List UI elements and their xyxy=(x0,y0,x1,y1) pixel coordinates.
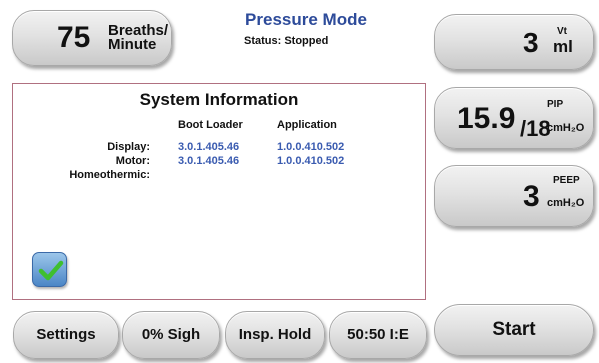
row-label-motor: Motor: xyxy=(115,155,150,167)
peep-value: 3 xyxy=(523,180,540,213)
checkmark-icon xyxy=(38,260,64,281)
display-boot-loader-version: 3.0.1.405.46 xyxy=(178,141,240,153)
row-label-homeothermic: Homeothermic: xyxy=(69,169,150,181)
breaths-value: 75 xyxy=(57,21,91,54)
peep-label: PEEP xyxy=(553,175,580,186)
col-header-application: Application xyxy=(277,119,337,131)
display-application-version: 1.0.0.410.502 xyxy=(277,141,345,153)
ie-ratio-button[interactable]: 50:50 I:E xyxy=(329,311,427,359)
pip-setpoint: /18 xyxy=(520,116,551,141)
col-header-boot-loader: Boot Loader xyxy=(178,119,243,131)
peep-readout-button[interactable]: 3 PEEP cmH₂O xyxy=(434,165,594,227)
row-label-display: Display: xyxy=(107,141,150,153)
vt-readout-button[interactable]: 3 Vt ml xyxy=(434,14,594,70)
breaths-label-line2: Minute xyxy=(108,36,157,53)
settings-button[interactable]: Settings xyxy=(13,311,119,359)
pip-label: PIP xyxy=(547,99,564,110)
mode-title: Pressure Mode xyxy=(245,10,367,29)
insp-hold-button[interactable]: Insp. Hold xyxy=(225,311,325,359)
breaths-label: Breaths/ Minute xyxy=(108,23,168,53)
vt-value: 3 xyxy=(523,27,539,58)
panel-title: System Information xyxy=(139,90,299,109)
system-info-panel: System Information Boot Loader Applicati… xyxy=(12,83,426,300)
start-button[interactable]: Start xyxy=(434,304,594,356)
breaths-per-minute-button[interactable]: 75 Breaths/ Minute xyxy=(12,10,172,66)
pip-value: 15.9 xyxy=(457,102,516,135)
pip-readout-button[interactable]: 15.9 /18 PIP cmH₂O xyxy=(434,87,594,149)
sigh-button[interactable]: 0% Sigh xyxy=(122,311,220,359)
vt-unit: ml xyxy=(553,37,573,56)
motor-application-version: 1.0.0.410.502 xyxy=(277,155,345,167)
vt-unit-label: Vt xyxy=(557,26,567,37)
status-text: Status: Stopped xyxy=(244,35,329,47)
confirm-button[interactable] xyxy=(32,252,67,287)
peep-unit: cmH₂O xyxy=(547,197,585,209)
pip-unit: cmH₂O xyxy=(547,122,585,134)
motor-boot-loader-version: 3.0.1.405.46 xyxy=(178,155,240,167)
